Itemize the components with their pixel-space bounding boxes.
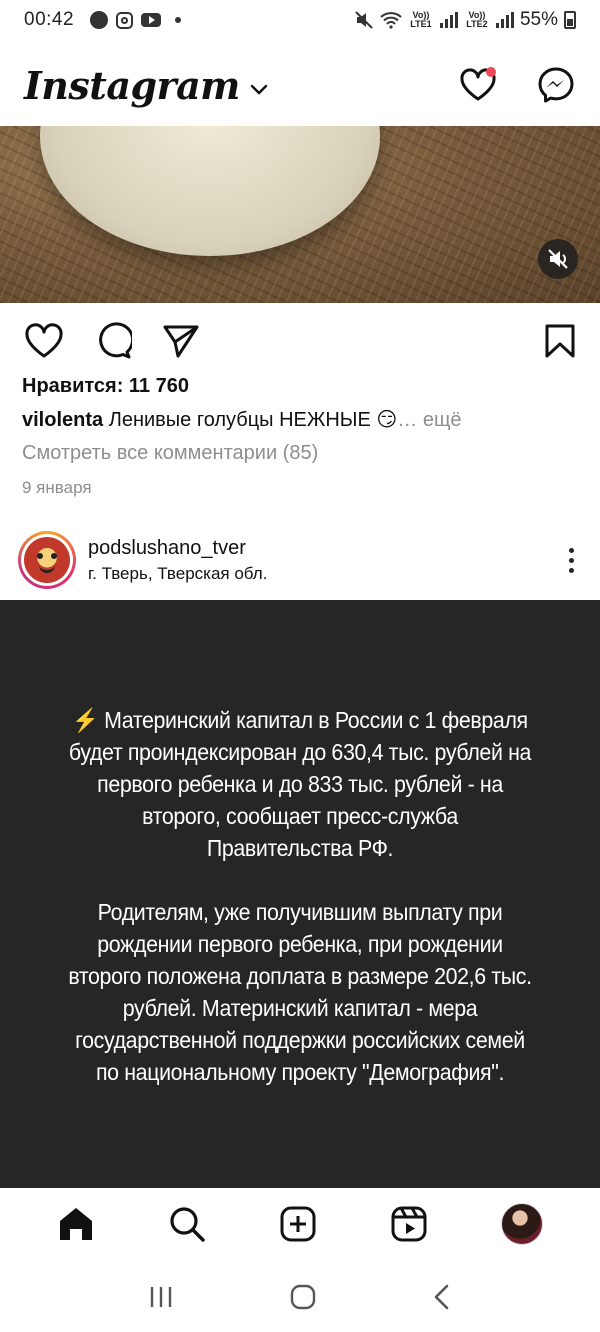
lightning-icon: ⚡	[72, 707, 99, 733]
likes-count[interactable]: Нравится: 11 760	[22, 375, 189, 398]
caption-text: Ленивые голубцы НЕЖНЫЕ 😏	[103, 409, 398, 431]
volume-toggle-button[interactable]	[538, 239, 578, 279]
avatar	[24, 537, 70, 583]
post-text-content: ⚡ Материнский капитал в России с 1 февра…	[68, 704, 533, 1120]
lte1-label: Vo)) LTE1	[410, 10, 432, 29]
wifi-icon	[380, 12, 402, 29]
post-actions	[0, 318, 600, 364]
signal1-icon	[439, 12, 458, 28]
battery-percent: 55%	[519, 9, 558, 30]
signal2-icon	[495, 12, 514, 28]
more-notifications-icon	[175, 17, 182, 23]
system-navigation-bar	[0, 1262, 600, 1332]
post-media[interactable]	[0, 126, 600, 303]
dot-icon	[569, 557, 574, 563]
search-icon[interactable]	[168, 1205, 206, 1243]
share-icon[interactable]	[162, 323, 200, 359]
post-date: 9 января	[22, 478, 92, 497]
post-username[interactable]: podslushano_tver	[88, 537, 267, 560]
story-avatar[interactable]	[18, 531, 76, 589]
post-paragraph-1: ⚡ Материнский капитал в России с 1 февра…	[68, 704, 533, 864]
text-post-media[interactable]: ⚡ Материнский капитал в России с 1 февра…	[0, 600, 600, 1188]
chevron-down-icon[interactable]	[250, 84, 268, 96]
home-icon[interactable]	[57, 1206, 95, 1242]
reels-icon[interactable]	[390, 1205, 428, 1243]
paragraph-1-text: Материнский капитал в России с 1 февраля…	[68, 707, 532, 861]
direct-messages-button[interactable]	[536, 65, 576, 105]
save-bookmark-icon[interactable]	[544, 323, 576, 359]
post-paragraph-2: Родителям, уже получившим выплату при ро…	[68, 899, 532, 1085]
food-plate-image	[40, 126, 380, 256]
caption-more-link[interactable]: … ещё	[397, 409, 461, 431]
notification-dot-icon	[90, 11, 109, 29]
post-location[interactable]: г. Тверь, Тверская обл.	[88, 564, 267, 584]
profile-avatar[interactable]	[501, 1203, 544, 1245]
volume-off-icon	[548, 249, 568, 269]
status-bar: 00:42 Vo)) LTE1 Vo)) LTE2 55%	[0, 0, 600, 40]
lte2-label: Vo)) LTE2	[466, 10, 488, 29]
caption-username[interactable]: vilolenta	[22, 409, 103, 431]
dot-icon	[569, 547, 574, 553]
messenger-icon	[538, 67, 574, 103]
battery-icon	[564, 11, 576, 29]
new-post-icon[interactable]	[279, 1205, 317, 1243]
like-heart-icon[interactable]	[24, 323, 64, 359]
instagram-notification-icon	[116, 11, 134, 29]
home-button-icon[interactable]	[289, 1283, 317, 1311]
notification-badge	[486, 67, 496, 77]
post-header: podslushano_tver г. Тверь, Тверская обл.	[0, 528, 600, 592]
recent-apps-icon[interactable]	[148, 1285, 174, 1309]
back-icon[interactable]	[432, 1283, 452, 1311]
comment-icon[interactable]	[94, 322, 132, 360]
avatar-frame	[21, 534, 73, 586]
youtube-notification-icon	[141, 13, 162, 27]
app-header: Instagram	[0, 50, 600, 120]
bottom-navigation	[0, 1188, 600, 1260]
status-time: 00:42	[24, 9, 75, 30]
instagram-logo[interactable]: Instagram	[24, 63, 240, 108]
more-options-button[interactable]	[561, 540, 582, 581]
mute-icon	[355, 11, 373, 29]
dot-icon	[569, 567, 574, 573]
view-all-comments-link[interactable]: Смотреть все комментарии (85)	[22, 442, 318, 465]
post-caption[interactable]: vilolenta Ленивые голубцы НЕЖНЫЕ 😏… ещё	[22, 407, 582, 432]
activity-button[interactable]	[458, 65, 498, 105]
